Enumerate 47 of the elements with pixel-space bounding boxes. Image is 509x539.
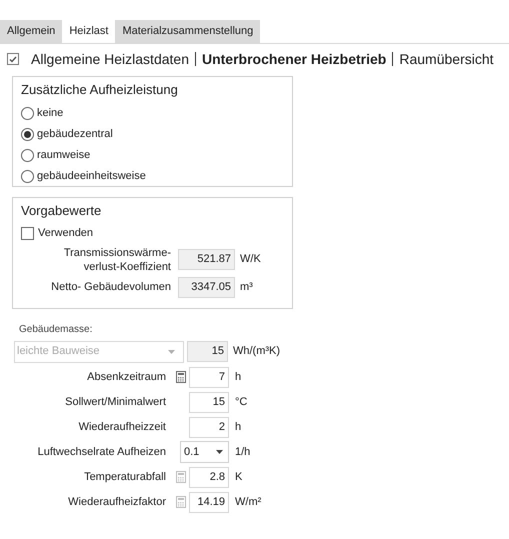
caret-icon — [168, 350, 175, 354]
unit-label: K — [235, 470, 242, 485]
breadcrumb-link[interactable]: Unterbrochener Heizbetrieb — [202, 48, 386, 70]
radio-button[interactable] — [21, 148, 34, 162]
field-label: Gebäudemasse: — [19, 323, 92, 336]
dropdown[interactable]: 0.1 — [180, 441, 229, 463]
field-label: Transmissionswärme- verlust-Koeffizient — [62, 246, 171, 274]
checkbox[interactable] — [21, 227, 34, 240]
radio-button[interactable] — [21, 128, 34, 140]
calculator-icon[interactable] — [176, 371, 186, 383]
breadcrumb-link[interactable]: Allgemeine Heizlastdaten — [31, 48, 189, 70]
unit-label: m³ — [240, 280, 253, 295]
field-label: Sollwert/Minimalwert — [64, 394, 166, 410]
input-field[interactable]: 2.8 — [189, 466, 229, 488]
input-field[interactable]: 2 — [189, 416, 229, 438]
radio-button[interactable] — [21, 106, 34, 120]
group-title: Zusätzliche Aufheizleistung — [21, 81, 179, 99]
unit-label: h — [235, 370, 242, 385]
input-field[interactable]: 15 — [189, 392, 229, 412]
field-label: Luftwechselrate Aufheizen — [36, 444, 166, 460]
group-title: Vorgabewerte — [21, 202, 102, 220]
radio-label[interactable]: gebäudeeinheitsweise — [37, 168, 146, 184]
checkbox[interactable] — [7, 53, 19, 65]
field-label: Wiederaufheizzeit — [78, 420, 166, 435]
radio-label[interactable]: raumweise — [37, 146, 90, 164]
value-field: 521.87 — [178, 249, 235, 270]
unit-label: W/m² — [235, 494, 262, 510]
field-label: Absenkzeitraum — [86, 370, 166, 385]
value-field: 15 — [187, 341, 228, 362]
caret-icon — [216, 450, 223, 454]
field-label: Wiederaufheizfaktor — [67, 494, 166, 510]
breadcrumb-link[interactable]: Raumübersicht — [399, 48, 494, 70]
input-field[interactable]: 7 — [189, 366, 229, 388]
unit-label: h — [235, 420, 242, 435]
radio-button[interactable] — [21, 170, 34, 182]
tab[interactable]: Heizlast — [62, 20, 116, 43]
unit-label: W/K — [240, 252, 261, 268]
radio-label[interactable]: gebäudezentral — [37, 126, 113, 142]
field-label: Netto- Gebäudevolumen — [50, 280, 171, 294]
unit-label: 1/h — [235, 444, 250, 460]
field-label: Temperaturabfall — [83, 470, 166, 485]
value-field: 3347.05 — [178, 276, 235, 298]
input-field[interactable]: 14.19 — [189, 492, 229, 512]
unit-label: °C — [235, 394, 248, 410]
radio-label[interactable]: keine — [37, 104, 64, 122]
checkbox-label[interactable]: Verwenden — [38, 225, 94, 242]
unit-label: Wh/(m³K) — [233, 344, 280, 360]
